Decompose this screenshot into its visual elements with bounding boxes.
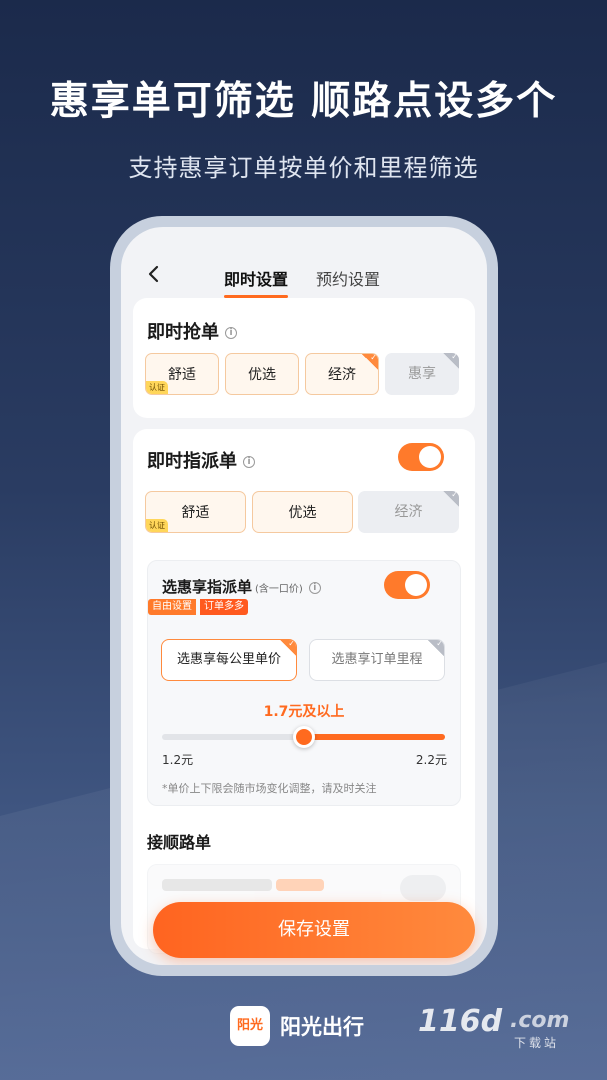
tab-label: 即时设置 — [224, 270, 289, 289]
price-slider-handle[interactable] — [293, 726, 315, 748]
huixiang-dispatch-toggle[interactable] — [384, 571, 430, 599]
check-icon: ✓ — [428, 640, 444, 656]
top-bar: 即时设置 预约设置 — [121, 227, 487, 307]
huixiang-dispatch-panel: 选惠享指派单 (含一口价) i 自由设置 订单多多 选惠享每公里单价 ✓ 选惠享订单… — [147, 560, 461, 806]
check-icon: ✓ — [362, 354, 378, 370]
check-icon: ✓ — [443, 491, 459, 507]
chip-huixiang[interactable]: 惠享 ✓ — [385, 353, 459, 395]
slider-min-label: 1.2元 — [162, 753, 194, 767]
save-button[interactable]: 保存设置 — [153, 902, 475, 958]
brand-name: 阳光出行 — [280, 1015, 364, 1039]
chip-comfort[interactable]: 舒适 认证 — [145, 353, 219, 395]
brand-footer: 阳光 阳光出行 — [230, 1004, 390, 1048]
slider-value-label: 1.7元及以上 — [263, 704, 345, 720]
toggle-knob — [405, 574, 427, 596]
certified-badge: 认证 — [146, 519, 168, 532]
toggle-knob — [419, 446, 441, 468]
fixed-price-note: (含一口价) — [255, 584, 303, 595]
chip-comfort[interactable]: 舒适 认证 — [145, 491, 246, 533]
slider-max-label: 2.2元 — [415, 753, 447, 767]
chip-premium[interactable]: 优选 — [225, 353, 299, 395]
chip-premium[interactable]: 优选 — [252, 491, 353, 533]
instant-dispatch-card: 即时指派单 i 舒适 认证 优选 经济 ✓ 选惠享指派单 (含一口价) i 自由… — [133, 429, 475, 954]
info-icon[interactable]: i — [308, 581, 321, 594]
promo-headline: 惠享单可筛选 顺路点设多个 — [49, 79, 558, 124]
check-icon: ✓ — [443, 353, 459, 369]
check-icon: ✓ — [280, 640, 296, 656]
chip-economy[interactable]: 经济 ✓ — [358, 491, 459, 533]
price-slider-fill — [304, 734, 445, 740]
free-setting-tag: 自由设置 — [148, 599, 196, 615]
brand-logo: 阳光 — [230, 1006, 270, 1046]
info-icon[interactable]: i — [243, 456, 255, 468]
route-placeholder-tag — [276, 879, 324, 891]
tab-reservation-settings[interactable]: 预约设置 — [316, 266, 380, 290]
option-price-per-km[interactable]: 选惠享每公里单价 ✓ — [161, 639, 297, 681]
phone-frame: 即时设置 预约设置 即时抢单 i 舒适 认证 优选 经济 ✓ 惠享 ✓ 即时指派… — [110, 216, 498, 976]
back-icon[interactable] — [143, 263, 165, 285]
certified-badge: 认证 — [146, 381, 168, 394]
price-slider-track[interactable] — [162, 726, 445, 748]
route-toggle[interactable] — [400, 875, 446, 901]
many-orders-tag: 订单多多 — [200, 599, 248, 615]
tab-label: 预约设置 — [316, 270, 381, 289]
instant-grab-card: 即时抢单 i 舒适 认证 优选 经济 ✓ 惠享 ✓ — [133, 298, 475, 418]
info-icon[interactable]: i — [225, 327, 237, 339]
instant-grab-title: 即时抢单 i — [147, 318, 237, 344]
chip-economy[interactable]: 经济 ✓ — [305, 353, 379, 395]
promo-subline: 支持惠享订单按单价和里程筛选 — [128, 154, 479, 182]
option-order-distance[interactable]: 选惠享订单里程 ✓ — [309, 639, 445, 681]
instant-dispatch-title: 即时指派单 i — [147, 447, 255, 473]
tab-instant-settings[interactable]: 即时设置 — [224, 266, 289, 298]
phone-screen: 即时设置 预约设置 即时抢单 i 舒适 认证 优选 经济 ✓ 惠享 ✓ 即时指派… — [121, 227, 487, 965]
instant-dispatch-toggle[interactable] — [398, 443, 444, 471]
watermark-sub: 下载站 — [514, 1036, 560, 1050]
route-placeholder-line — [162, 879, 272, 891]
watermark-suffix: .com — [510, 1008, 570, 1033]
watermark: 116d .com 下载站 — [418, 1004, 588, 1050]
price-disclaimer: *单价上下限会随市场变化调整，请及时关注 — [162, 782, 377, 795]
watermark-main: 116d — [418, 1004, 503, 1039]
route-order-title: 接顺路单 — [147, 833, 212, 852]
huixiang-dispatch-title: 选惠享指派单 (含一口价) i — [162, 576, 321, 597]
